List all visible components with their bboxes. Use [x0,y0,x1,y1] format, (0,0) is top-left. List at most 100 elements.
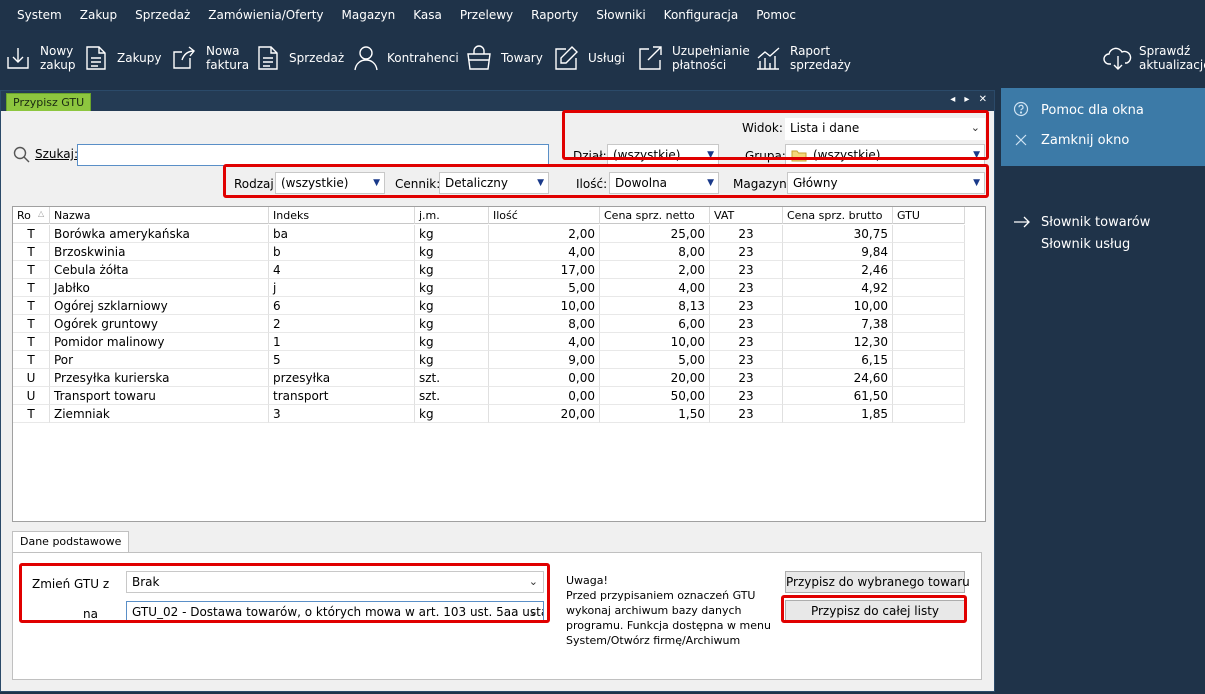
cell-nazwa: Ogórek gruntowy [50,315,269,333]
cell-indeks: 5 [269,351,415,369]
services-label: Usługi [588,51,626,65]
table-row[interactable]: T Borówka amerykańska ba kg 2,00 25,00 23 30,75 [13,225,965,243]
search-icon [13,146,30,163]
cell-nazwa: Transport towaru [50,387,269,405]
gtu-from-select[interactable]: Brak ⌄ [126,571,544,593]
table-row[interactable]: T Ziemniak 3 kg 20,00 1,50 23 1,85 [13,405,965,423]
cell-indeks: b [269,243,415,261]
table-row[interactable]: T Por 5 kg 9,00 5,00 23 6,15 [13,351,965,369]
menu-pomoc[interactable]: Pomoc [747,0,805,30]
chevron-down-icon: ⌄ [528,575,538,588]
dzial-select[interactable]: (wszystkie) ▼ [607,144,719,166]
column-header-ilosc[interactable]: Ilość [489,207,600,224]
column-header-brutto[interactable]: Cena sprz. brutto [783,207,893,224]
menu-slowniki[interactable]: Słowniki [587,0,654,30]
ilosc-value: Dowolna [615,176,668,190]
close-window-link[interactable]: Zamknij okno [1041,133,1129,148]
column-header-indeks[interactable]: Indeks [269,207,415,224]
cell-ilosc: 0,00 [489,387,600,405]
cell-gtu [893,333,965,351]
contractors-button[interactable]: Kontrahenci [353,30,459,86]
help-icon [1013,101,1029,117]
column-header-jm[interactable]: j.m. [415,207,489,224]
cell-gtu [893,261,965,279]
column-header-nazwa[interactable]: Nazwa [50,207,269,224]
new-invoice-button[interactable]: Nowa faktura [170,30,249,86]
services-button[interactable]: Usługi [552,30,625,86]
cell-netto: 10,00 [600,333,710,351]
cell-netto: 50,00 [600,387,710,405]
cell-gtu [893,297,965,315]
table-row[interactable]: T Pomidor malinowy 1 kg 4,00 10,00 23 12,30 [13,333,965,351]
sales-label: Sprzedaż [289,51,345,65]
column-header-vat[interactable]: VAT [710,207,783,224]
gtu-to-select[interactable]: GTU_02 - Dostawa towarów, o których mowa… [126,601,544,623]
cell-ro: T [13,225,50,243]
cell-indeks: 3 [269,405,415,423]
goods-button[interactable]: Towary [465,30,543,86]
cell-ilosc: 17,00 [489,261,600,279]
menu-konfiguracja[interactable]: Konfiguracja [655,0,748,30]
table-row[interactable]: T Ogórej szklarniowy 6 kg 10,00 8,13 23 10,00 [13,297,965,315]
table-row[interactable]: T Cebula żółta 4 kg 17,00 2,00 23 2,46 [13,261,965,279]
cell-netto: 25,00 [600,225,710,243]
cell-ro: T [13,405,50,423]
cennik-select[interactable]: Detaliczny ▼ [439,172,549,194]
external-link-icon [639,46,662,70]
tab-dane-podstawowe[interactable]: Dane podstawowe [12,531,130,553]
table-row[interactable]: T Brzoskwinia b kg 4,00 8,00 23 9,84 [13,243,965,261]
assign-all-button[interactable]: Przypisz do całej listy [785,600,965,622]
chevron-down-icon: ⌄ [528,605,538,618]
tab-przypisz-gtu[interactable]: Przypisz GTU [6,93,92,111]
cell-ilosc: 10,00 [489,297,600,315]
cell-jm: kg [415,225,489,243]
menu-magazyn[interactable]: Magazyn [333,0,405,30]
column-header-gtu[interactable]: GTU [893,207,965,224]
help-link[interactable]: Pomoc dla okna [1041,103,1144,118]
new-purchase-button[interactable]: Nowy zakup [4,30,75,86]
menu-zamowienia[interactable]: Zamówienia/Oferty [199,0,332,30]
menu-przelewy[interactable]: Przelewy [451,0,522,30]
table-row[interactable]: T Ogórek gruntowy 2 kg 8,00 6,00 23 7,38 [13,315,965,333]
assign-selected-button[interactable]: Przypisz do wybranego towaru [785,571,970,593]
cell-ro: T [13,279,50,297]
gtu-to-value: GTU_02 - Dostawa towarów, o których mowa… [132,605,544,619]
cell-ro: T [13,333,50,351]
menu-raporty[interactable]: Raporty [522,0,587,30]
magazyn-select[interactable]: Główny ▼ [787,172,985,194]
grupa-select[interactable]: (wszystkie) ▼ [785,144,985,166]
widok-select[interactable]: Lista i dane ⌄ [785,118,985,140]
column-header-ro[interactable]: Ro [13,207,50,224]
cell-indeks: ba [269,225,415,243]
goods-dictionary-link[interactable]: Słownik towarów [1041,215,1150,230]
dropdown-arrow-icon: ▼ [973,150,980,160]
rodzaj-select[interactable]: (wszystkie) ▼ [275,172,385,194]
contractors-label: Kontrahenci [387,51,459,65]
menu-kasa[interactable]: Kasa [404,0,451,30]
tab-controls[interactable]: ◂ ▸ ✕ [950,94,990,105]
purchases-button[interactable]: Zakupy [83,30,161,86]
archive-warning-note: Uwaga! Przed przypisaniem oznaczeń GTU w… [566,574,771,647]
cell-ilosc: 0,00 [489,369,600,387]
menu-system[interactable]: System [8,0,71,30]
document-icon [86,46,106,70]
menu-zakup[interactable]: Zakup [71,0,126,30]
cell-brutto: 2,46 [783,261,893,279]
table-row[interactable]: U Transport towaru transport szt. 0,00 50,00 2… [13,387,965,405]
table-row[interactable]: U Przesyłka kurierska przesyłka szt. 0,00 20,… [13,369,965,387]
check-updates-button[interactable]: Sprawdź aktualizacje [1103,30,1205,86]
cell-vat: 23 [710,279,783,297]
menu-sprzedaz[interactable]: Sprzedaż [126,0,199,30]
sales-button[interactable]: Sprzedaż [255,30,344,86]
services-dictionary-link[interactable]: Słownik usług [1041,237,1130,252]
sales-report-button[interactable]: Raport sprzedaży [754,30,851,86]
table-row[interactable]: T Jabłko j kg 5,00 4,00 23 4,92 [13,279,965,297]
sales-report-label: Raport sprzedaży [790,44,851,72]
supplement-payments-button[interactable]: Uzupełnianie płatności [636,30,750,86]
widok-label: Widok: [742,121,783,135]
cell-jm: kg [415,351,489,369]
column-header-netto[interactable]: Cena sprz. netto [600,207,710,224]
search-input[interactable] [77,144,549,166]
ilosc-select[interactable]: Dowolna ▼ [609,172,719,194]
dropdown-arrow-icon: ▼ [373,178,380,188]
